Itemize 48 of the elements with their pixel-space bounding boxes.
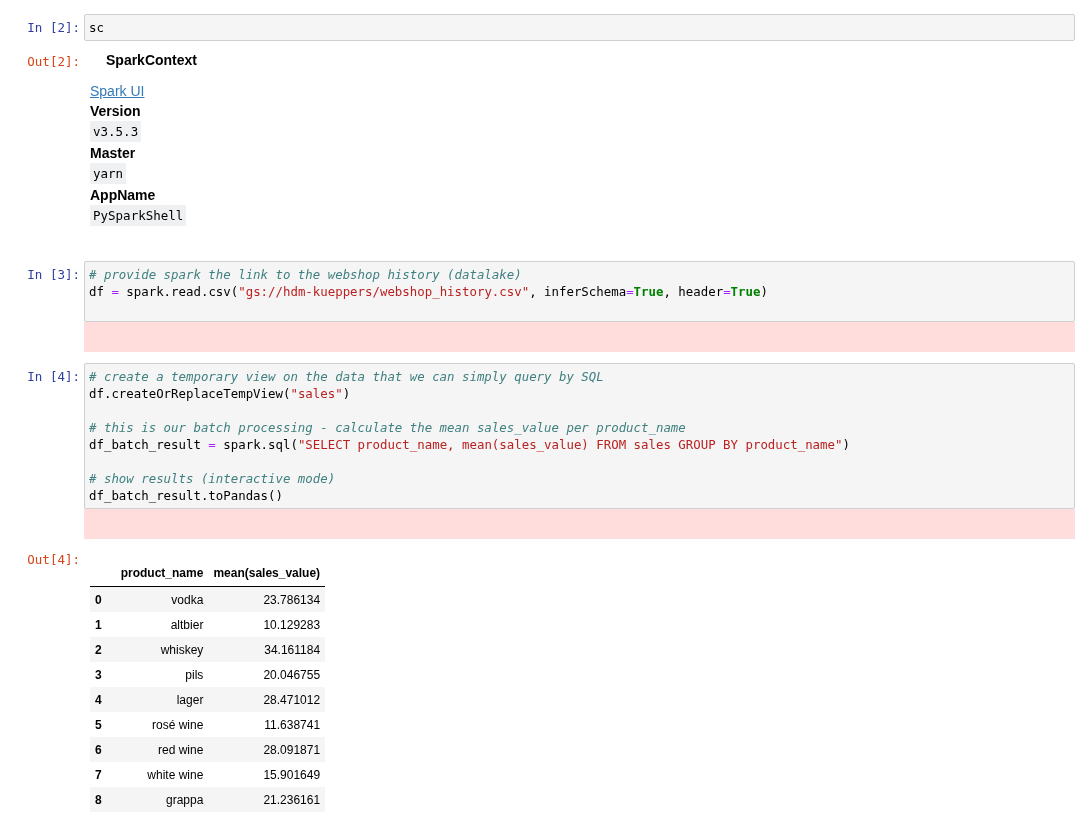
output-heading: SparkContext bbox=[105, 52, 198, 68]
code-input[interactable]: sc bbox=[84, 14, 1075, 41]
field-label: Master bbox=[90, 144, 136, 163]
table-cell: grappa bbox=[115, 787, 209, 812]
table-cell: vodka bbox=[115, 586, 209, 612]
field-value: yarn bbox=[90, 163, 127, 184]
code-input[interactable] bbox=[84, 363, 1075, 509]
row-index: 0 bbox=[90, 586, 116, 612]
table-cell: 34.161184 bbox=[208, 637, 326, 662]
field-value: PySparkShell bbox=[90, 205, 187, 226]
table-cell: 28.091871 bbox=[208, 737, 326, 762]
row-index: 2 bbox=[90, 637, 116, 662]
row-index: 1 bbox=[90, 612, 116, 637]
column-header: product_name bbox=[115, 560, 209, 587]
table-cell: 28.471012 bbox=[208, 687, 326, 712]
field-value: v3.5.3 bbox=[90, 121, 142, 142]
code-text: sc bbox=[89, 19, 104, 36]
spark-ui-link[interactable]: Spark UI bbox=[90, 82, 145, 101]
table-cell: red wine bbox=[115, 737, 209, 762]
column-header: mean(sales_value) bbox=[208, 560, 326, 587]
field-label: AppName bbox=[90, 186, 156, 205]
table-cell: 11.638741 bbox=[208, 712, 326, 737]
table-cell: altbier bbox=[115, 612, 209, 637]
row-index: 5 bbox=[90, 712, 116, 737]
row-index: 6 bbox=[90, 737, 116, 762]
table-cell: 20.046755 bbox=[208, 662, 326, 687]
code-text: # create a temporary view on the data that we can simply query by SQL df.createOrReplaceTempView("sales") # this is our batch processing - calculate the mean sales_value per product_name df_batch_result = spark.sql("SELECT product_name, mean(sales_value) FROM sales GROUP BY product_name") # show results (interactive mode) df_batch_result.toPandas() bbox=[89, 368, 850, 504]
table-cell: pils bbox=[115, 662, 209, 687]
input-prompt: In [3]: bbox=[26, 266, 81, 284]
table-cell: 23.786134 bbox=[208, 586, 326, 612]
output-prompt: Out[2]: bbox=[26, 53, 81, 71]
table-cell: rosé wine bbox=[115, 712, 209, 737]
table-cell: lager bbox=[115, 687, 209, 712]
table-cell: 21.236161 bbox=[208, 787, 326, 812]
row-index: 7 bbox=[90, 762, 116, 787]
row-index: 4 bbox=[90, 687, 116, 712]
field-label: Version bbox=[90, 102, 141, 121]
row-index: 3 bbox=[90, 662, 116, 687]
table-cell: white wine bbox=[115, 762, 209, 787]
table-cell: whiskey bbox=[115, 637, 209, 662]
input-prompt: In [4]: bbox=[26, 368, 81, 386]
row-index: 8 bbox=[90, 787, 116, 812]
table-cell: 10.129283 bbox=[208, 612, 326, 637]
table-cell: 15.901649 bbox=[208, 762, 326, 787]
code-input[interactable]: # provide spark the link to the webshop history (datalake) df = spark.read.csv("gs://hdm-kueppers/webshop_history.csv", inferSchema=True, header=True) bbox=[84, 261, 1075, 322]
code-text: # provide spark the link to the webshop history (datalake) df = spark.read.csv("gs://hdm-kueppers/webshop_history.csv", inferSchema=True, header=True) bbox=[89, 266, 768, 300]
output-prompt: Out[4]: bbox=[26, 551, 81, 569]
input-prompt: In [2]: bbox=[26, 19, 81, 37]
